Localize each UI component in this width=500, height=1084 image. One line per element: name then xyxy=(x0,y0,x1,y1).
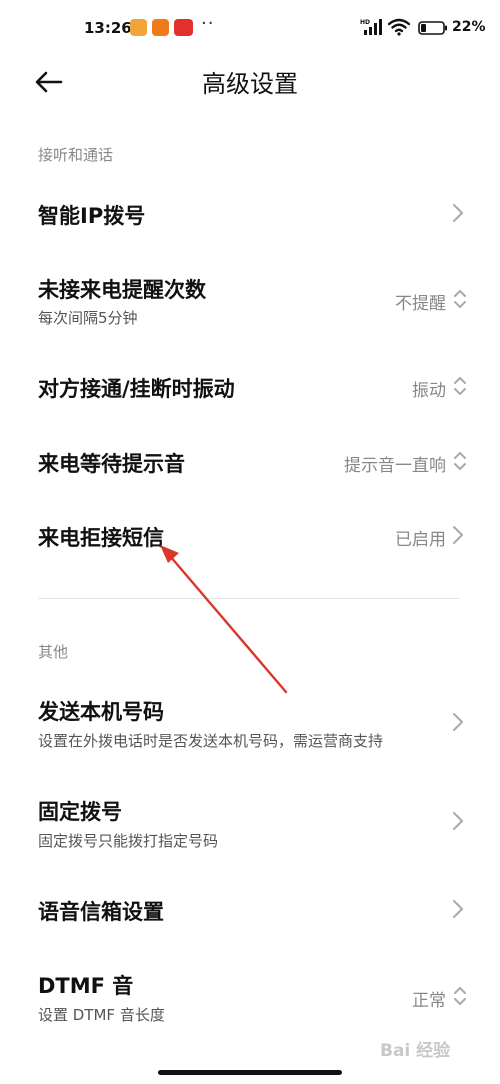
row-subtitle: 每次间隔5分钟 xyxy=(38,309,138,327)
row-title: DTMF 音 xyxy=(38,974,134,998)
row-subtitle: 设置 DTMF 音长度 xyxy=(38,1006,165,1024)
chevron-right-icon xyxy=(453,713,463,731)
more-notifications-icon: ·· xyxy=(201,13,215,34)
battery-icon xyxy=(418,21,447,35)
updown-chevron-icon xyxy=(454,377,466,395)
row-value: 已启用 xyxy=(395,530,446,550)
setting-dtmf-tone[interactable]: DTMF 音 设置 DTMF 音长度 正常 xyxy=(0,956,500,1040)
row-value: 不提醒 xyxy=(395,294,446,314)
row-title: 对方接通/挂断时振动 xyxy=(38,377,235,401)
row-value: 正常 xyxy=(412,991,446,1011)
chevron-right-icon xyxy=(453,900,463,918)
updown-chevron-icon xyxy=(454,987,466,1005)
chevron-right-icon xyxy=(453,204,463,222)
setting-reject-call-sms[interactable]: 来电拒接短信 已启用 xyxy=(0,506,500,566)
setting-fixed-dialing[interactable]: 固定拨号 固定拨号只能拨打指定号码 xyxy=(0,780,500,864)
status-bar: 13:26 ·· HD 22% xyxy=(0,0,500,58)
watermark: Bai 经验 xyxy=(380,1041,451,1061)
row-title: 固定拨号 xyxy=(38,800,122,824)
mi-app-icon xyxy=(130,19,147,36)
status-time: 13:26 xyxy=(84,19,132,37)
setting-call-waiting-tone[interactable]: 来电等待提示音 提示音一直响 xyxy=(0,432,500,492)
section-title-calls: 接听和通话 xyxy=(38,146,114,164)
news-app-icon xyxy=(174,19,193,36)
updown-chevron-icon xyxy=(454,452,466,470)
section-divider xyxy=(38,598,460,599)
wifi-icon xyxy=(388,18,410,36)
row-title: 语音信箱设置 xyxy=(38,900,164,924)
signal-icon: HD xyxy=(360,19,382,35)
setting-send-caller-id[interactable]: 发送本机号码 设置在外拨电话时是否发送本机号码，需运营商支持 xyxy=(0,680,500,764)
home-indicator[interactable] xyxy=(158,1070,342,1075)
setting-smart-ip-dial[interactable]: 智能IP拨号 xyxy=(0,176,500,250)
xiaomi-icon xyxy=(152,19,169,36)
row-subtitle: 设置在外拨电话时是否发送本机号码，需运营商支持 xyxy=(38,732,384,750)
updown-chevron-icon xyxy=(454,290,466,308)
row-value: 提示音一直响 xyxy=(344,456,446,476)
section-title-other: 其他 xyxy=(38,643,69,661)
page-title: 高级设置 xyxy=(202,70,298,98)
battery-percentage: 22% xyxy=(452,19,486,35)
signal-hd-label: HD xyxy=(360,19,370,26)
chevron-right-icon xyxy=(453,812,463,830)
chevron-right-icon xyxy=(453,526,463,544)
header: 高级设置 xyxy=(0,58,500,106)
setting-voicemail[interactable]: 语音信箱设置 xyxy=(0,880,500,940)
setting-vibrate-on-connect[interactable]: 对方接通/挂断时振动 振动 xyxy=(0,356,500,416)
row-title: 来电拒接短信 xyxy=(38,526,164,550)
row-title: 智能IP拨号 xyxy=(38,204,146,228)
row-value: 振动 xyxy=(412,381,446,401)
row-title: 发送本机号码 xyxy=(38,700,164,724)
setting-missed-call-reminder[interactable]: 未接来电提醒次数 每次间隔5分钟 不提醒 xyxy=(0,260,500,340)
row-title: 来电等待提示音 xyxy=(38,452,185,476)
row-title: 未接来电提醒次数 xyxy=(38,278,206,302)
row-subtitle: 固定拨号只能拨打指定号码 xyxy=(38,832,219,850)
